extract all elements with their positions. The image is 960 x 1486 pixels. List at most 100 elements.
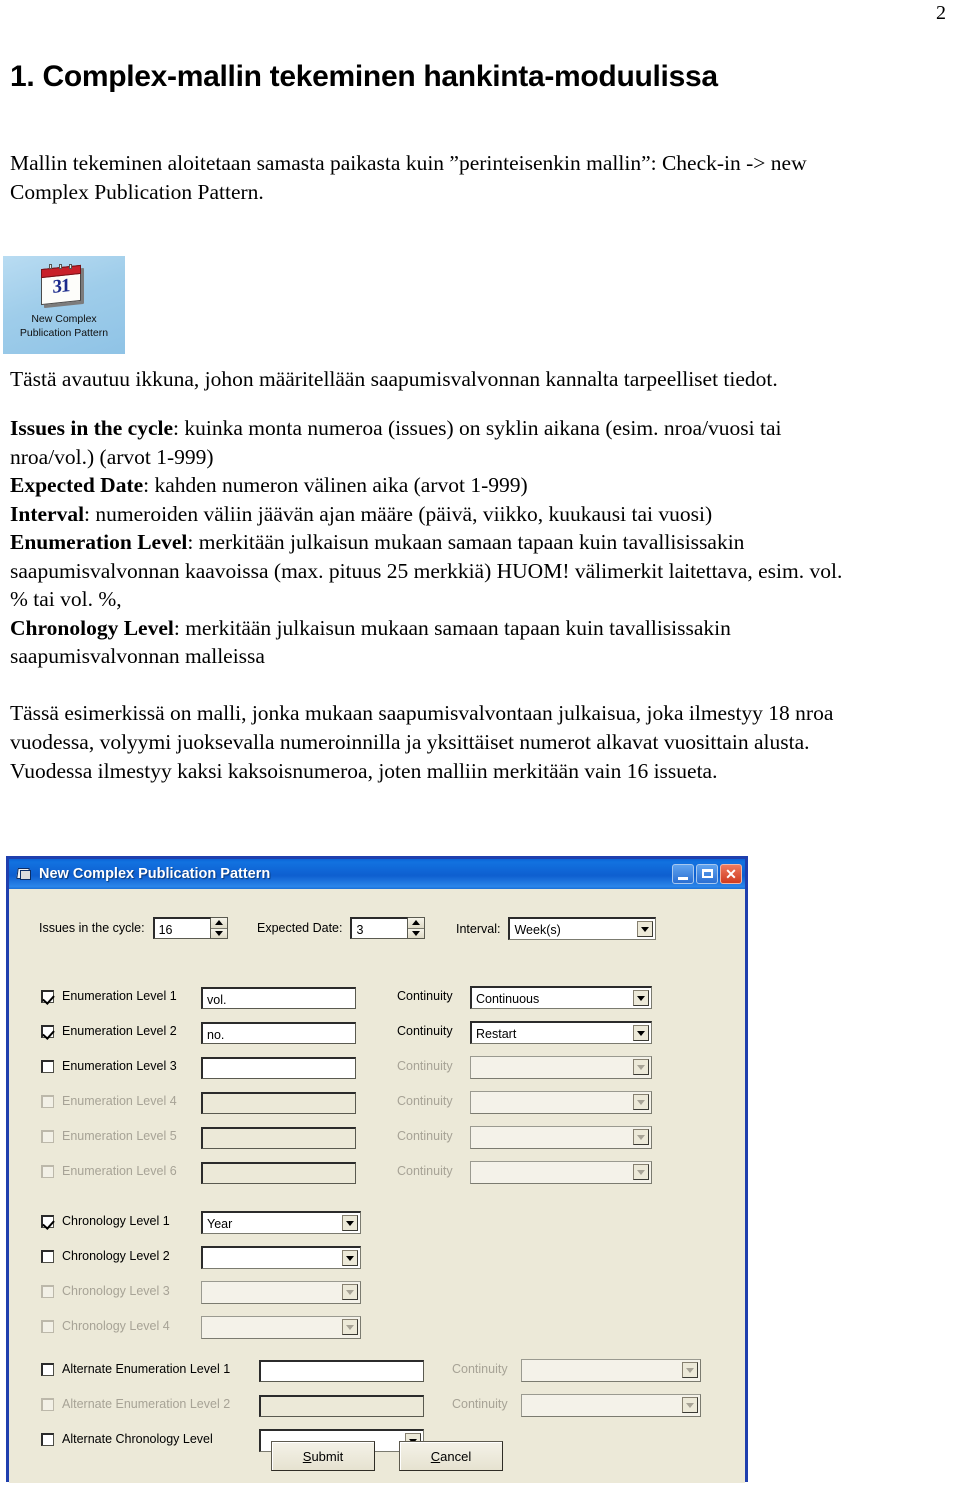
chronology-level-row: Chronology Level 4: [41, 1319, 170, 1333]
chronology-level-4-field: [201, 1316, 361, 1339]
enumeration-continuity-row: Continuity: [397, 1024, 453, 1038]
issues-in-cycle-input[interactable]: 16: [152, 917, 211, 939]
close-button[interactable]: ✕: [720, 864, 742, 884]
enumeration-level-1-checkbox[interactable]: [41, 989, 54, 1003]
alternate-enumeration-level-2-label: Alternate Enumeration Level 2: [62, 1397, 231, 1411]
submit-button[interactable]: Submit: [271, 1441, 375, 1471]
chronology-level-3-checkbox: [41, 1284, 54, 1298]
chevron-down-icon: [633, 1164, 649, 1180]
enumeration-continuity-field: [470, 1056, 652, 1079]
chronology-level-row: Chronology Level 1: [41, 1214, 170, 1228]
expected-date-spin-up[interactable]: [408, 918, 425, 929]
chronology-level-4-select: [201, 1316, 361, 1339]
chevron-down-icon[interactable]: [342, 1250, 358, 1266]
enumeration-level-2-input[interactable]: no.: [201, 1022, 356, 1044]
icon-label: New Complex Publication Pattern: [3, 312, 125, 340]
chronology-level-1-select[interactable]: Year: [201, 1211, 361, 1234]
continuity-label-4: Continuity: [397, 1094, 453, 1108]
chronology-level-1-checkbox[interactable]: [41, 1214, 54, 1228]
chevron-down-icon: [633, 1129, 649, 1145]
minimize-button[interactable]: [672, 864, 694, 884]
issues-in-cycle-spin-buttons[interactable]: [210, 917, 228, 939]
dialog-actions: Submit Cancel: [271, 1441, 503, 1471]
enumeration-level-1-continuity-select[interactable]: Continuous: [470, 986, 652, 1009]
enumeration-continuity-field: [470, 1126, 652, 1149]
interval-select[interactable]: Week(s): [508, 917, 657, 940]
definition-line: Expected Date: kahden numeron välinen ai…: [10, 471, 950, 500]
maximize-button[interactable]: [696, 864, 718, 884]
enumeration-level-3-input[interactable]: [201, 1057, 356, 1079]
alternate-enumeration-level-1-checkbox[interactable]: [41, 1362, 54, 1376]
alternate-chronology-level-checkbox[interactable]: [41, 1432, 54, 1446]
expected-date-spin-down[interactable]: [408, 928, 425, 938]
definition-text: : numeroiden väliin jäävän ajan määre (p…: [84, 501, 713, 526]
definition-list: Issues in the cycle: kuinka monta numero…: [10, 414, 950, 671]
enumeration-level-3-checkbox[interactable]: [41, 1059, 54, 1073]
chronology-level-1-label: Chronology Level 1: [62, 1214, 170, 1228]
new-complex-publication-pattern-icon[interactable]: 31 New Complex Publication Pattern: [3, 256, 125, 354]
chronology-level-3-select: [201, 1281, 361, 1304]
chronology-level-2-label: Chronology Level 2: [62, 1249, 170, 1263]
submit-button-label: Submit: [302, 1448, 344, 1464]
enumeration-level-5-input: [201, 1127, 356, 1149]
enumeration-level-6-checkbox: [41, 1164, 54, 1178]
chevron-down-icon: [342, 1319, 358, 1335]
calendar-icon: 31: [41, 264, 89, 309]
intro-line-1: Mallin tekeminen aloitetaan samasta paik…: [10, 151, 807, 175]
new-complex-publication-pattern-dialog: New Complex Publication Pattern ✕ Issues…: [6, 856, 748, 1483]
alternate-enumeration-level-1-input[interactable]: [259, 1360, 424, 1382]
enumeration-level-row: Enumeration Level 2: [41, 1024, 177, 1038]
expected-date-stepper[interactable]: 3: [350, 917, 426, 939]
enumeration-continuity-field: Continuous: [470, 986, 652, 1009]
cancel-button[interactable]: Cancel: [399, 1441, 503, 1471]
chevron-down-icon: [633, 1059, 649, 1075]
alternate-continuity-field: [521, 1359, 701, 1382]
issues-in-cycle-field: Issues in the cycle: 16: [39, 917, 228, 939]
enumeration-level-1-continuity-select-value: Continuous: [476, 992, 540, 1006]
enumeration-level-3-field: [201, 1057, 356, 1079]
enumeration-level-row: Enumeration Level 5: [41, 1129, 177, 1143]
icon-label-line-1: New Complex: [31, 313, 97, 325]
enumeration-level-2-continuity-select[interactable]: Restart: [470, 1021, 652, 1044]
issues-in-cycle-stepper[interactable]: 16: [152, 917, 228, 939]
definition-line: saapumisvalvonnan kaavoissa (max. pituus…: [10, 557, 950, 586]
chronology-level-3-field: [201, 1281, 361, 1304]
enumeration-level-1-label: Enumeration Level 1: [62, 989, 177, 1003]
continuity-label-5: Continuity: [397, 1129, 453, 1143]
enumeration-level-5-checkbox: [41, 1129, 54, 1143]
definition-term: Issues in the cycle: [10, 416, 174, 440]
dialog-content: Issues in the cycle: 16 Expected Date: 3…: [9, 889, 745, 1483]
chevron-down-icon[interactable]: [637, 921, 654, 937]
definition-line: nroa/vol.) (arvot 1-999): [10, 443, 950, 472]
chronology-level-1-field: Year: [201, 1211, 361, 1234]
chevron-down-icon[interactable]: [342, 1215, 358, 1231]
interval-label: Interval:: [456, 921, 501, 936]
intro-paragraph: Mallin tekeminen aloitetaan samasta paik…: [10, 149, 950, 207]
enumeration-level-6-field: [201, 1162, 356, 1184]
issues-spin-down[interactable]: [210, 928, 227, 938]
chronology-level-2-checkbox[interactable]: [41, 1249, 54, 1263]
enumeration-level-1-input[interactable]: vol.: [201, 987, 356, 1009]
expected-date-spin-buttons[interactable]: [408, 917, 426, 939]
definition-text: : merkitään julkaisun mukaan samaan tapa…: [187, 530, 745, 554]
interval-selected-value: Week(s): [514, 923, 561, 937]
chevron-down-icon[interactable]: [633, 990, 649, 1006]
alternate-enumeration-row: Alternate Enumeration Level 2: [41, 1397, 230, 1411]
chevron-down-icon[interactable]: [633, 1025, 649, 1041]
definition-text: % tai vol. %,: [10, 587, 122, 611]
chronology-level-row: Chronology Level 2: [41, 1249, 170, 1263]
enumeration-continuity-row: Continuity: [397, 1129, 453, 1143]
alternate-continuity-label-1: Continuity: [452, 1362, 508, 1376]
window-document-icon: [16, 867, 32, 881]
enumeration-continuity-row: Continuity: [397, 1059, 453, 1073]
enumeration-level-2-checkbox[interactable]: [41, 1024, 54, 1038]
enumeration-continuity-row: Continuity: [397, 1164, 453, 1178]
dialog-titlebar[interactable]: New Complex Publication Pattern ✕: [9, 859, 745, 889]
expected-date-input[interactable]: 3: [350, 917, 409, 939]
alternate-chronology-row: Alternate Chronology Level: [41, 1432, 213, 1446]
chevron-down-icon: [342, 1284, 358, 1300]
issues-spin-up[interactable]: [210, 918, 227, 929]
chronology-level-2-select[interactable]: [201, 1246, 361, 1269]
closing-line: Vuodessa ilmestyy kaksi kaksoisnumeroa, …: [10, 758, 718, 783]
calendar-day-label: 31: [52, 275, 70, 298]
